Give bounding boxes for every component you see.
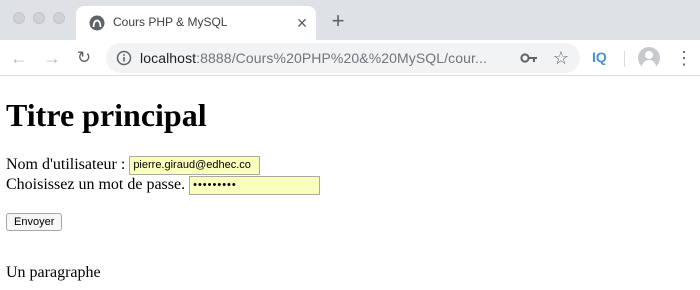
back-arrow-icon[interactable]: ← [9, 48, 29, 68]
new-tab-icon[interactable]: + [327, 10, 349, 32]
toolbar-divider [624, 51, 625, 67]
iq-extension-icon[interactable]: IQ [592, 49, 607, 65]
url-text[interactable]: localhost:8888/Cours%20PHP%20&%20MySQL/c… [140, 50, 487, 66]
password-label: Choisissez un mot de passe. [6, 176, 186, 194]
key-icon[interactable] [520, 51, 538, 65]
username-input[interactable]: pierre.giraud@edhec.co [129, 155, 261, 175]
browser-tab[interactable]: Cours PHP & MySQL ✕ [76, 6, 316, 40]
password-row: Choisissez un mot de passe. ••••••••• [6, 175, 321, 195]
tab-title: Cours PHP & MySQL [113, 15, 228, 29]
username-label: Nom d'utilisateur : [6, 156, 126, 174]
avatar-icon[interactable] [638, 47, 660, 69]
url-host: localhost [140, 50, 197, 66]
paragraph-text: Un paragraphe [6, 264, 101, 281]
info-icon[interactable] [116, 50, 132, 66]
address-bar[interactable]: localhost:8888/Cours%20PHP%20&%20MySQL/c… [106, 43, 580, 73]
password-input[interactable]: ••••••••• [189, 175, 321, 195]
window-minimize-dot[interactable] [33, 12, 45, 24]
tab-close-icon[interactable]: ✕ [293, 14, 311, 32]
globe-favicon-icon [89, 15, 105, 31]
star-icon[interactable]: ☆ [551, 48, 571, 68]
url-path: :8888/Cours%20PHP%20&%20MySQL/cour... [196, 50, 488, 66]
browser-toolbar: ← → ↻ localhost:8888/Cours%20PHP%20&%20M… [0, 40, 700, 76]
more-menu-icon[interactable]: ⋮ [675, 49, 693, 67]
page-title: Titre principal [6, 97, 207, 133]
username-row: Nom d'utilisateur : pierre.giraud@edhec.c… [6, 155, 261, 175]
window-maximize-dot[interactable] [53, 12, 65, 24]
page-content: Titre principal Nom d'utilisateur : pierr… [0, 77, 700, 290]
reload-icon[interactable]: ↻ [74, 48, 94, 68]
window-close-dot[interactable] [13, 12, 25, 24]
forward-arrow-icon[interactable]: → [42, 48, 62, 68]
submit-button[interactable]: Envoyer [6, 213, 63, 231]
tab-strip: Cours PHP & MySQL ✕ + [0, 0, 700, 40]
